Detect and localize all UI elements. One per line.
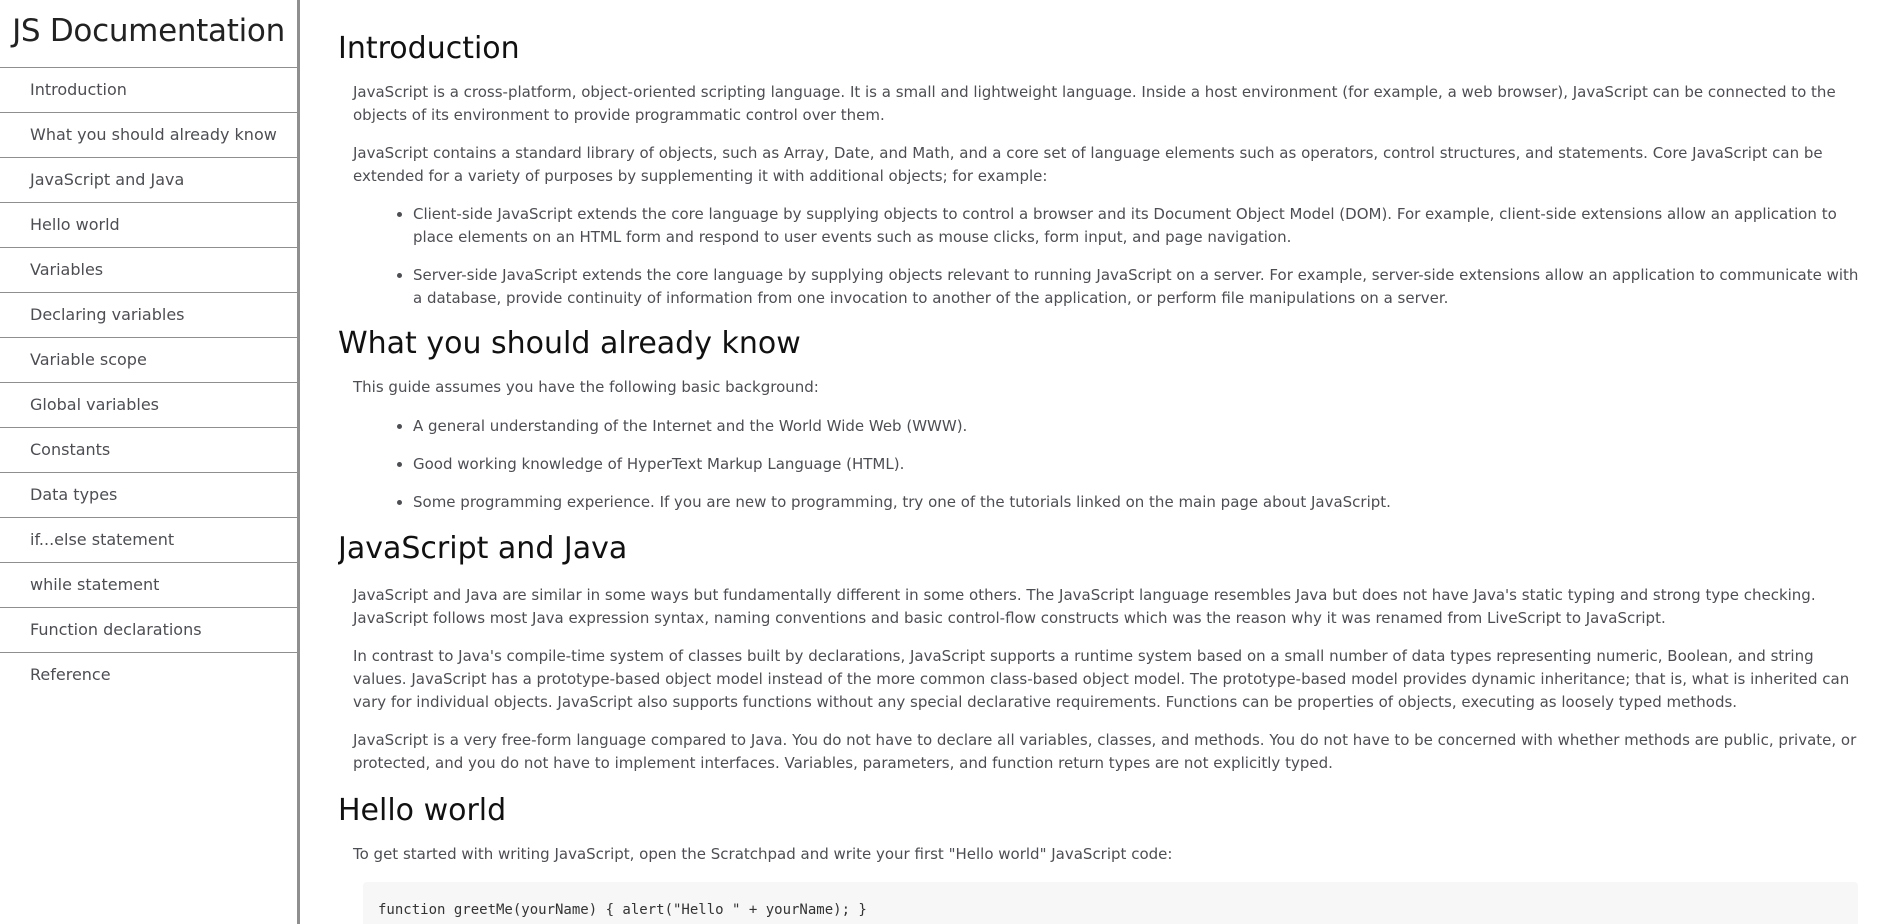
bullet-list: Client-side JavaScript extends the core … bbox=[338, 203, 1868, 310]
nav-link-while-statement[interactable]: while statement bbox=[0, 563, 297, 607]
paragraph: JavaScript contains a standard library o… bbox=[353, 144, 1823, 185]
nav-item: while statement bbox=[0, 563, 297, 608]
nav-link-what-you-should-already-know[interactable]: What you should already know bbox=[0, 113, 297, 157]
nav-item: Global variables bbox=[0, 383, 297, 428]
section-heading: What you should already know bbox=[338, 326, 801, 361]
nav-item: Function declarations bbox=[0, 608, 297, 653]
nav-link-javascript-and-java[interactable]: JavaScript and Java bbox=[0, 158, 297, 202]
code-block: function greetMe(yourName) { alert("Hell… bbox=[363, 882, 1858, 924]
nav-link-global-variables[interactable]: Global variables bbox=[0, 383, 297, 427]
nav-item: Introduction bbox=[0, 68, 297, 113]
list-item: Some programming experience. If you are … bbox=[413, 491, 1868, 514]
nav-item: Hello world bbox=[0, 203, 297, 248]
paragraph: This guide assumes you have the followin… bbox=[353, 378, 819, 396]
nav-item: JavaScript and Java bbox=[0, 158, 297, 203]
nav-item: Variable scope bbox=[0, 338, 297, 383]
nav-item: Reference bbox=[0, 653, 297, 698]
nav-item: What you should already know bbox=[0, 113, 297, 158]
navbar: JS Documentation Introduction What you s… bbox=[0, 0, 300, 924]
main-doc: Introduction JavaScript is a cross-platf… bbox=[338, 0, 1868, 924]
nav-item: Data types bbox=[0, 473, 297, 518]
code-snippet: function greetMe(yourName) { alert("Hell… bbox=[378, 902, 867, 918]
nav-link-function-declarations[interactable]: Function declarations bbox=[0, 608, 297, 652]
nav-item: Variables bbox=[0, 248, 297, 293]
section-introduction: Introduction JavaScript is a cross-platf… bbox=[338, 0, 1868, 310]
nav-link-if-else-statement[interactable]: if...else statement bbox=[0, 518, 297, 562]
list-item: Good working knowledge of HyperText Mark… bbox=[413, 453, 1868, 476]
section-heading: Hello world bbox=[338, 793, 507, 828]
section-hello-world: Hello world To get started with writing … bbox=[338, 793, 1868, 924]
section-javascript-and-java: JavaScript and Java JavaScript and Java … bbox=[338, 531, 1868, 775]
nav-link-data-types[interactable]: Data types bbox=[0, 473, 297, 517]
paragraph: JavaScript is a very free-form language … bbox=[353, 731, 1857, 772]
section-heading: JavaScript and Java bbox=[338, 531, 628, 566]
nav-item: if...else statement bbox=[0, 518, 297, 563]
nav-link-variable-scope[interactable]: Variable scope bbox=[0, 338, 297, 382]
nav-link-variables[interactable]: Variables bbox=[0, 248, 297, 292]
nav-link-declaring-variables[interactable]: Declaring variables bbox=[0, 293, 297, 337]
bullet-list: A general understanding of the Internet … bbox=[338, 415, 1868, 514]
list-item: A general understanding of the Internet … bbox=[413, 415, 1868, 438]
nav-link-constants[interactable]: Constants bbox=[0, 428, 297, 472]
paragraph: JavaScript is a cross-platform, object-o… bbox=[353, 83, 1836, 124]
list-item: Client-side JavaScript extends the core … bbox=[413, 203, 1868, 249]
nav-item: Constants bbox=[0, 428, 297, 473]
nav-link-introduction[interactable]: Introduction bbox=[0, 68, 297, 112]
nav-link-hello-world[interactable]: Hello world bbox=[0, 203, 297, 247]
paragraph: JavaScript and Java are similar in some … bbox=[353, 586, 1816, 627]
nav-item: Declaring variables bbox=[0, 293, 297, 338]
navbar-title: JS Documentation bbox=[0, 0, 297, 68]
nav-list: Introduction What you should already kno… bbox=[0, 68, 297, 698]
paragraph: In contrast to Java's compile-time syste… bbox=[353, 647, 1850, 711]
section-heading: Introduction bbox=[338, 31, 520, 66]
paragraph: To get started with writing JavaScript, … bbox=[353, 845, 1173, 863]
list-item: Server-side JavaScript extends the core … bbox=[413, 264, 1868, 310]
section-what-you-should-already-know: What you should already know This guide … bbox=[338, 326, 1868, 514]
nav-link-reference[interactable]: Reference bbox=[0, 653, 297, 697]
